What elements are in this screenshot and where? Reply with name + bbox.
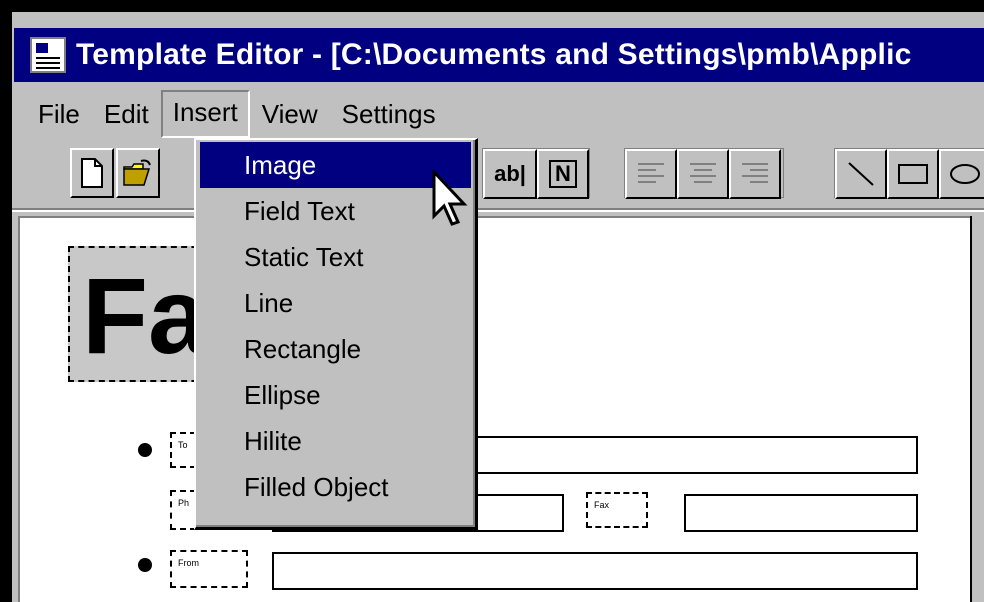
template-canvas[interactable]: Fa To Ph Fax From bbox=[18, 216, 974, 602]
app-icon[interactable] bbox=[30, 37, 66, 73]
from-text-field[interactable] bbox=[272, 552, 918, 590]
new-document-button[interactable] bbox=[70, 148, 114, 198]
static-text-button[interactable]: N bbox=[537, 149, 589, 199]
fax-text-field[interactable] bbox=[684, 494, 918, 532]
align-right-button[interactable] bbox=[729, 149, 781, 199]
menu-item-static-text[interactable]: Static Text bbox=[196, 234, 475, 280]
menu-item-line[interactable]: Line bbox=[196, 280, 475, 326]
menu-view[interactable]: View bbox=[250, 92, 330, 136]
open-folder-icon bbox=[123, 159, 151, 186]
menu-bar: File Edit Insert View Settings bbox=[14, 88, 984, 140]
rectangle-icon bbox=[898, 164, 928, 184]
ellipse-icon bbox=[950, 164, 980, 184]
menu-item-rectangle[interactable]: Rectangle bbox=[196, 326, 475, 372]
menu-item-hilite[interactable]: Hilite bbox=[196, 418, 475, 464]
window-title: Template Editor - [C:\Documents and Sett… bbox=[76, 38, 912, 71]
application-window: Template Editor - [C:\Documents and Sett… bbox=[12, 12, 984, 602]
open-button[interactable] bbox=[116, 148, 160, 198]
align-right-icon bbox=[742, 163, 768, 183]
align-group bbox=[624, 148, 784, 199]
mouse-pointer-icon bbox=[432, 170, 468, 226]
text-tools-group: ab| N bbox=[482, 148, 590, 199]
toolbar: ab| N bbox=[14, 140, 984, 212]
new-document-icon bbox=[81, 158, 103, 188]
align-center-button[interactable] bbox=[677, 149, 729, 199]
bullet bbox=[138, 558, 152, 572]
fax-field-label[interactable]: Fax bbox=[586, 492, 648, 528]
toolbar-separator bbox=[12, 208, 984, 210]
bullet bbox=[138, 443, 152, 457]
align-center-icon bbox=[690, 163, 716, 183]
vertical-scrollbar[interactable] bbox=[970, 216, 984, 602]
static-text-label: N bbox=[549, 160, 577, 188]
title-bar[interactable]: Template Editor - [C:\Documents and Sett… bbox=[14, 28, 984, 82]
from-field-label[interactable]: From bbox=[170, 550, 248, 588]
menu-file[interactable]: File bbox=[14, 92, 92, 136]
menu-item-ellipse[interactable]: Ellipse bbox=[196, 372, 475, 418]
line-icon bbox=[848, 162, 874, 186]
menu-settings[interactable]: Settings bbox=[330, 92, 448, 136]
align-left-button[interactable] bbox=[625, 149, 677, 199]
ellipse-tool-button[interactable] bbox=[939, 149, 984, 199]
shape-tools-group bbox=[834, 148, 984, 199]
menu-item-filled-object[interactable]: Filled Object bbox=[196, 464, 475, 510]
menu-edit[interactable]: Edit bbox=[92, 92, 161, 136]
menu-item-image[interactable]: Image bbox=[200, 142, 471, 188]
field-text-label: ab| bbox=[494, 161, 526, 186]
menu-insert[interactable]: Insert bbox=[160, 90, 250, 138]
align-left-icon bbox=[638, 163, 664, 183]
line-tool-button[interactable] bbox=[835, 149, 887, 199]
field-text-button[interactable]: ab| bbox=[483, 149, 537, 199]
rectangle-tool-button[interactable] bbox=[887, 149, 939, 199]
